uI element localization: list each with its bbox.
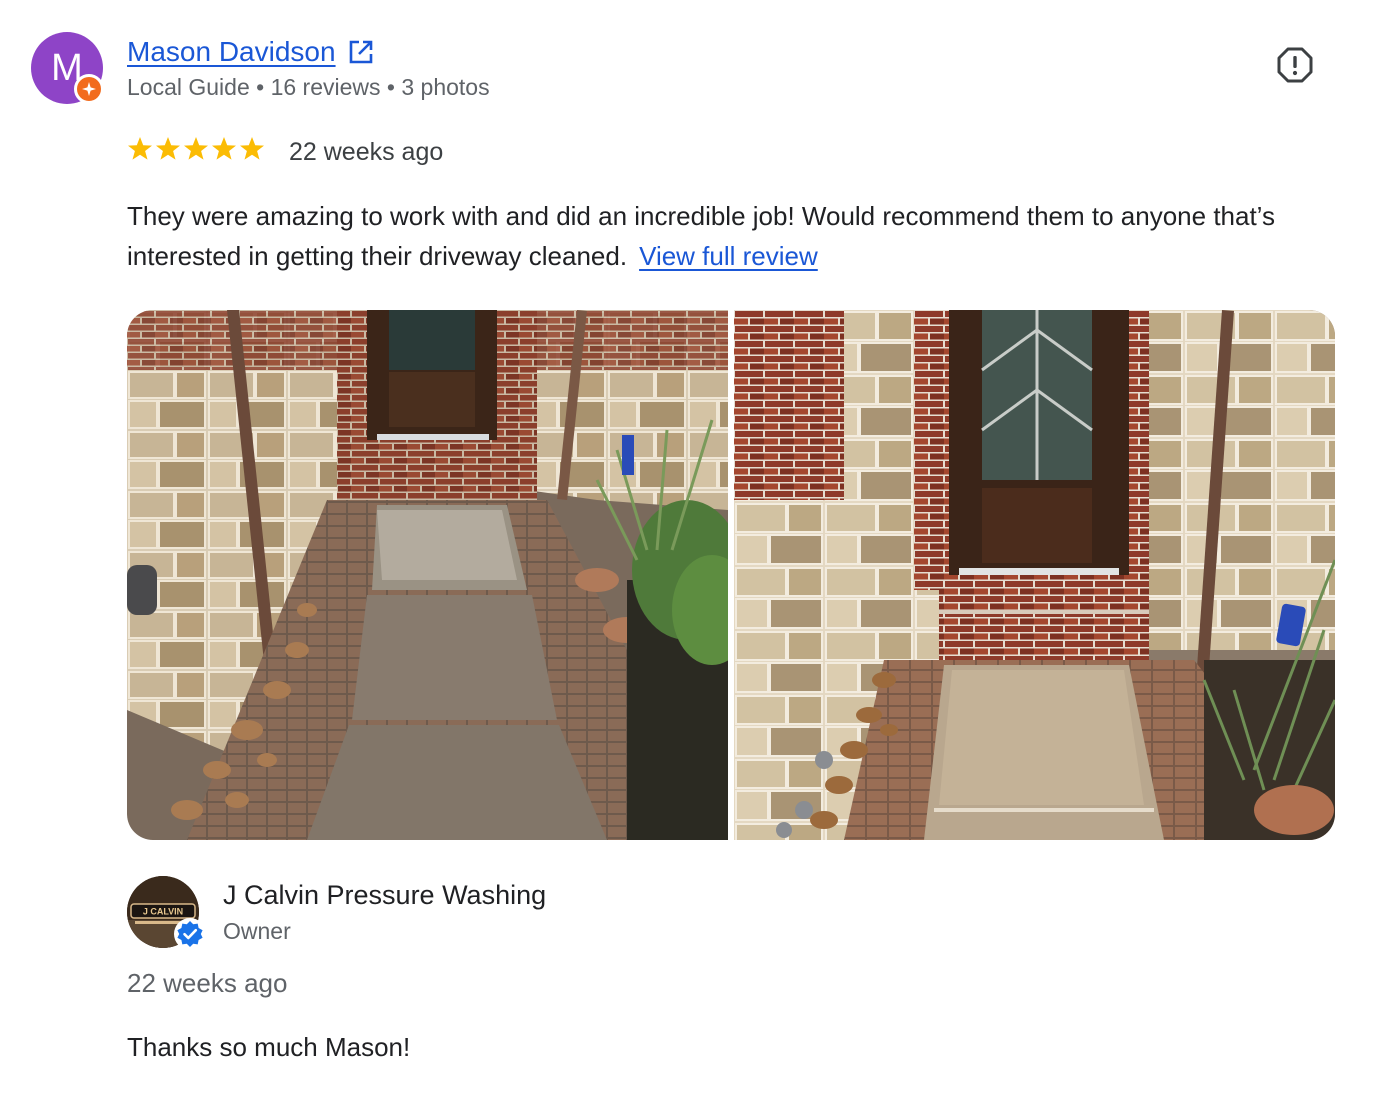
report-button[interactable] <box>1274 44 1316 86</box>
star-icon <box>212 137 236 160</box>
owner-role: Owner <box>223 918 291 944</box>
review-card: M Mason Davidson Local Guide • 16 review… <box>0 0 1376 1098</box>
reviewer-name[interactable]: Mason Davidson <box>127 36 336 68</box>
reviewer-meta: Local Guide • 16 reviews • 3 photos <box>127 74 490 100</box>
after-photo[interactable] <box>734 310 1335 840</box>
owner-name: J Calvin Pressure Washing <box>223 880 547 910</box>
owner-response-text: Thanks so much Mason! <box>127 1032 411 1062</box>
review-photos <box>127 310 1335 840</box>
before-photo[interactable] <box>127 310 728 840</box>
owner-response-time: 22 weeks ago <box>127 968 288 998</box>
star-icon <box>184 137 208 160</box>
star-rating <box>127 136 267 162</box>
review-time: 22 weeks ago <box>289 138 444 166</box>
review-text: They were amazing to work with and did a… <box>127 196 1327 276</box>
view-full-review-link[interactable]: View full review <box>639 241 818 271</box>
verified-check-icon <box>174 918 206 950</box>
star-icon <box>128 137 152 160</box>
report-icon[interactable] <box>1276 46 1314 84</box>
local-guide-badge-icon <box>74 74 104 104</box>
star-icon <box>156 137 180 160</box>
star-icon <box>240 137 264 160</box>
external-link-icon[interactable] <box>348 39 374 65</box>
owner-logo-text: J CALVIN <box>143 907 183 917</box>
reviewer-name-link[interactable]: Mason Davidson <box>127 36 374 68</box>
